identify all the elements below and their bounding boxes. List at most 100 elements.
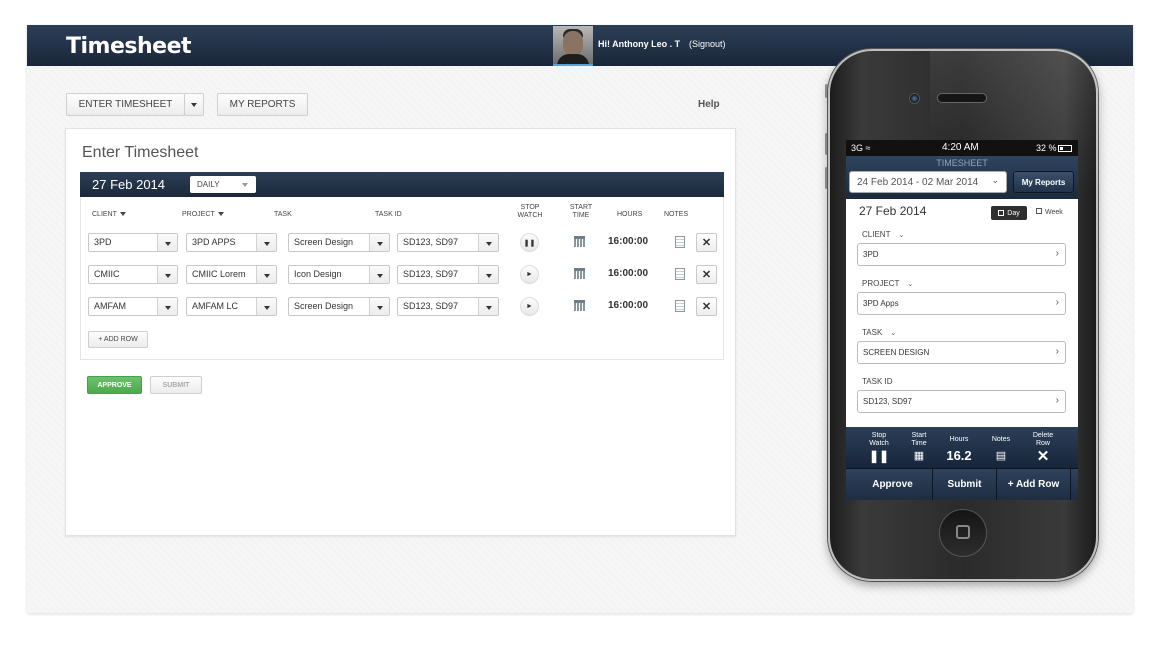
panel-title: Enter Timesheet [82, 144, 199, 161]
enter-timesheet-dropdown[interactable] [184, 93, 204, 116]
caret-down-icon[interactable] [256, 266, 276, 283]
column-header-task: TASK [274, 211, 292, 218]
close-icon: ✕ [701, 301, 712, 313]
mobile-form: 27 Feb 2014 Day Week CLIENT ⌄ 3PD › PROJEC… [846, 199, 1078, 427]
column-header-task-id: TASK ID [375, 211, 402, 218]
caret-down-icon[interactable] [478, 234, 498, 251]
phone-camera-icon [909, 93, 920, 104]
timesheet-panel: Enter Timesheet 27 Feb 2014 DAILY CLIENT… [65, 128, 736, 536]
notes-icon[interactable] [675, 300, 685, 312]
task-id-select[interactable]: SD123, SD97 [397, 297, 499, 316]
chevron-down-icon: ⌄ [890, 330, 897, 337]
delete-row-button[interactable]: ✕ [696, 265, 717, 284]
task-id-label: TASK ID [862, 377, 893, 386]
chevron-down-icon: ⌄ [991, 175, 999, 185]
mobile-hours-value: 16.2 [946, 448, 972, 463]
task-select[interactable]: Screen Design [288, 233, 390, 252]
caret-down-icon[interactable] [256, 234, 276, 251]
chevron-right-icon: › [1055, 297, 1059, 308]
start-time-label: Start Time [911, 432, 927, 447]
chevron-right-icon: › [1055, 346, 1059, 357]
task-id-select[interactable]: SD123, SD97 [397, 265, 499, 284]
caret-down-icon[interactable] [256, 298, 276, 315]
delete-row-button[interactable]: ✕ [696, 297, 717, 316]
mobile-add-row-button[interactable]: + Add Row [997, 469, 1071, 500]
stop-watch-label: Stop Watch [869, 432, 889, 447]
mobile-task-id-field[interactable]: SD123, SD97 › [857, 390, 1066, 413]
notes-label: Notes [991, 436, 1011, 443]
delete-row-button[interactable]: ✕ [696, 233, 717, 252]
notes-icon[interactable] [675, 236, 685, 248]
task-select[interactable]: Screen Design [288, 297, 390, 316]
approve-button[interactable]: APPROVE [87, 376, 142, 394]
project-select[interactable]: CMIIC Lorem [186, 265, 277, 284]
pause-icon[interactable]: ❚❚ [861, 449, 897, 463]
week-toggle[interactable]: Week [1036, 208, 1063, 216]
task-id-select[interactable]: SD123, SD97 [397, 233, 499, 252]
help-link[interactable]: Help [698, 99, 720, 110]
status-bar: 3G ≈ 4:20 AM 32 % [846, 140, 1078, 156]
close-icon: ✕ [701, 237, 712, 249]
period-select[interactable]: DAILY [190, 176, 256, 193]
calendar-icon[interactable] [574, 300, 585, 311]
mobile-screen: 3G ≈ 4:20 AM 32 % TIMESHEET 24 Feb 2014 … [846, 140, 1078, 500]
caret-down-icon[interactable] [369, 298, 389, 315]
my-reports-button[interactable]: MY REPORTS [217, 93, 308, 116]
chevron-down-icon: ⌄ [907, 281, 914, 288]
play-icon[interactable]: ► [520, 297, 539, 316]
enter-timesheet-button[interactable]: ENTER TIMESHEET [66, 93, 185, 116]
signout-link[interactable]: (Signout) [689, 39, 726, 49]
client-select[interactable]: CMIIC [88, 265, 178, 284]
project-select[interactable]: 3PD APPS [186, 233, 277, 252]
column-header-client[interactable]: CLIENT [92, 211, 126, 219]
calendar-icon[interactable] [574, 268, 585, 279]
mobile-toolbar: Stop Watch ❚❚ Start Time ▦ Hours 16.2 Note… [846, 427, 1078, 468]
date-bar: 27 Feb 2014 DAILY [80, 172, 724, 197]
client-select[interactable]: 3PD [88, 233, 178, 252]
mobile-approve-button[interactable]: Approve [853, 469, 933, 500]
play-icon[interactable]: ► [520, 265, 539, 284]
caret-down-icon[interactable] [157, 298, 177, 315]
caret-down-icon[interactable] [369, 266, 389, 283]
caret-down-icon[interactable] [157, 234, 177, 251]
caret-down-icon[interactable] [478, 266, 498, 283]
column-header-start-time: START TIME [569, 204, 593, 219]
close-icon[interactable]: ✕ [1025, 447, 1061, 465]
mobile-date: 27 Feb 2014 [859, 204, 927, 218]
wifi-icon: ≈ [865, 143, 871, 153]
phone-home-button [939, 509, 987, 557]
notes-icon[interactable]: ▤ [983, 449, 1019, 462]
hours-value: 16:00:00 [608, 268, 649, 279]
caret-down-icon[interactable] [369, 234, 389, 251]
caret-down-icon[interactable] [478, 298, 498, 315]
mobile-my-reports-button[interactable]: My Reports [1013, 171, 1074, 193]
project-select[interactable]: AMFAM LC [186, 297, 277, 316]
mobile-client-field[interactable]: 3PD › [857, 243, 1066, 266]
calendar-icon[interactable]: ▦ [901, 449, 937, 462]
date-range-select[interactable]: 24 Feb 2014 - 02 Mar 2014 ⌄ [849, 171, 1007, 193]
status-time: 4:20 AM [942, 142, 979, 153]
calendar-icon[interactable] [574, 236, 585, 247]
submit-button[interactable]: SUBMIT [150, 376, 202, 394]
carrier-label: 3G ≈ [851, 143, 871, 153]
mobile-project-field[interactable]: 3PD Apps › [857, 292, 1066, 315]
add-row-button[interactable]: + ADD ROW [88, 331, 148, 348]
client-select[interactable]: AMFAM [88, 297, 178, 316]
column-header-project[interactable]: PROJECT [182, 211, 224, 219]
sort-caret-icon [119, 212, 126, 217]
pause-icon[interactable]: ❚❚ [520, 233, 539, 252]
user-avatar[interactable] [553, 26, 593, 66]
checkbox-icon [998, 210, 1005, 216]
user-greeting: Hi! Anthony Leo . T [598, 39, 681, 49]
notes-icon[interactable] [675, 268, 685, 280]
period-select-value: DAILY [197, 180, 220, 189]
caret-down-icon[interactable] [157, 266, 177, 283]
day-toggle[interactable]: Day [991, 206, 1027, 220]
mobile-task-field[interactable]: SCREEN DESIGN › [857, 341, 1066, 364]
app-logo: Timesheet [66, 34, 192, 59]
checkbox-icon [1036, 208, 1042, 214]
task-select[interactable]: Icon Design [288, 265, 390, 284]
my-reports-label: MY REPORTS [229, 99, 296, 110]
mobile-submit-button[interactable]: Submit [933, 469, 997, 500]
chevron-down-icon: ⌄ [898, 232, 905, 239]
